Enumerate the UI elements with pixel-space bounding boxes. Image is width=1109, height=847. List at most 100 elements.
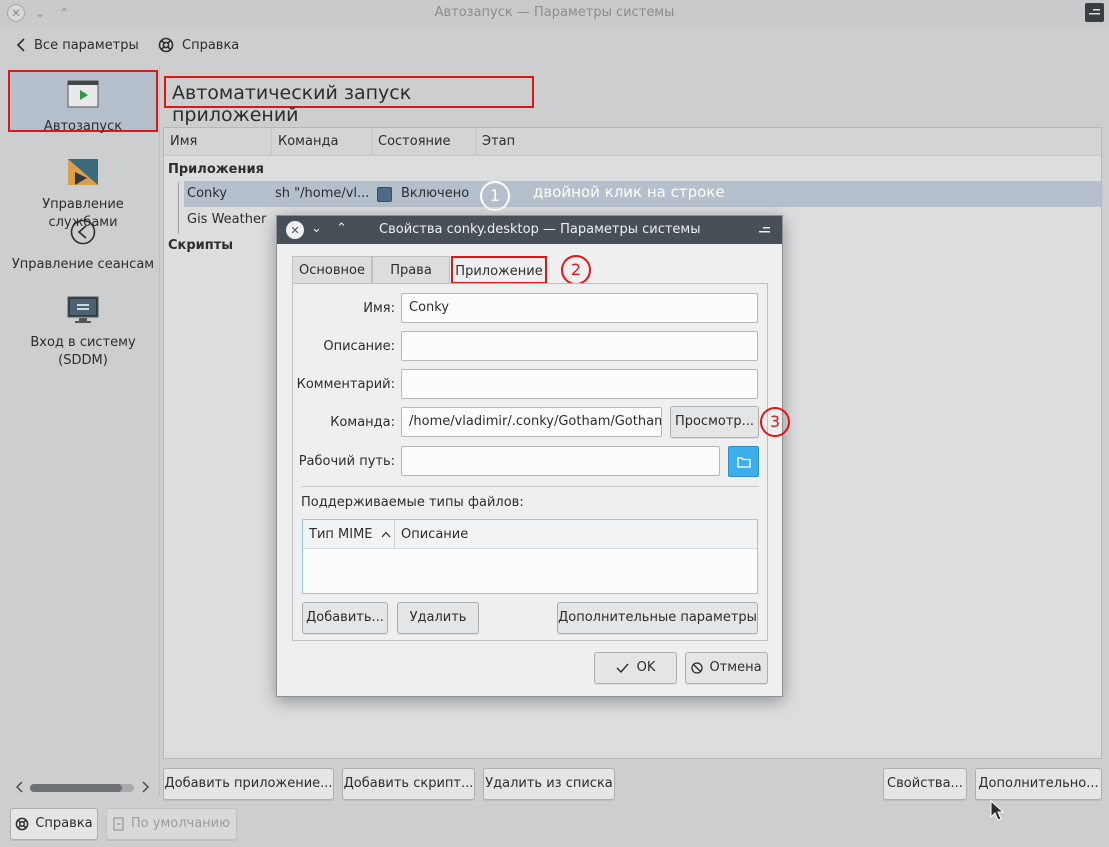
filetypes-label: Поддерживаемые типы файлов:	[301, 495, 524, 510]
comment-input[interactable]	[401, 369, 758, 399]
tab-application[interactable]: Приложение	[451, 256, 547, 284]
table-header: Имя Команда Состояние Этап	[164, 128, 1101, 156]
dialog-close-button[interactable]: ✕	[286, 221, 304, 239]
remove-mime-button[interactable]: Удалить	[397, 602, 479, 634]
dialog-minimize-button[interactable]: ⌄	[311, 221, 322, 236]
help-label: Справка	[182, 37, 240, 53]
mime-header: Тип MIME Описание	[303, 520, 757, 549]
group-scripts: Скрипты	[168, 238, 234, 253]
window-titlebar: ✕ ⌄ ⌃ Автозапуск — Параметры системы	[0, 0, 1109, 26]
sidebar-item-sessions[interactable]: Управление сеансам	[8, 218, 158, 274]
sidebar-item-sddm[interactable]: Вход в систему (SDDM)	[8, 278, 158, 388]
help-toolbar-button[interactable]: Справка	[158, 37, 239, 53]
sidebar-item-label: Управление сеансам	[11, 257, 155, 272]
choose-folder-button[interactable]	[728, 446, 759, 477]
tab-permissions[interactable]: Права	[372, 256, 450, 284]
mime-column-label: Тип MIME	[309, 527, 373, 542]
annotation-step-1: 1	[480, 181, 510, 211]
mime-types-list[interactable]: Тип MIME Описание	[302, 519, 758, 594]
footer-help-label: Справка	[35, 816, 93, 831]
label-comment: Комментарий:	[296, 377, 395, 392]
chevron-up-icon: ⌃	[336, 221, 347, 236]
ok-button[interactable]: OK	[594, 652, 677, 684]
ok-label: OK	[636, 660, 656, 675]
annotation-step-2: 2	[561, 255, 591, 285]
cancel-label: Отмена	[709, 660, 762, 675]
services-icon	[68, 159, 98, 185]
sessions-icon	[70, 219, 96, 245]
column-header-name[interactable]: Имя	[164, 128, 272, 156]
annotation-step-3: 3	[760, 407, 790, 437]
mouse-cursor-icon	[990, 800, 1005, 821]
row-name: Gis Weather	[187, 212, 267, 227]
browse-button[interactable]: Просмотр...	[670, 406, 759, 438]
remove-from-list-button[interactable]: Удалить из списка	[483, 768, 615, 800]
dialog-titlebar: ✕ ⌄ ⌃ Свойства conky.desktop — Параметры…	[277, 216, 782, 244]
column-header-stage[interactable]: Этап	[476, 128, 1101, 156]
sddm-icon	[67, 296, 99, 323]
sidebar-scrollbar-handle[interactable]	[30, 784, 122, 792]
row-command: sh "/home/vl...	[275, 186, 370, 201]
sidebar-scrollbar-track[interactable]	[30, 784, 134, 792]
help-lifebuoy-icon	[158, 37, 174, 53]
label-command: Команда:	[330, 415, 395, 430]
properties-button[interactable]: Свойства...	[883, 768, 967, 800]
sidebar-item-label: Автозапуск	[43, 119, 123, 134]
help-lifebuoy-icon	[16, 817, 29, 831]
chevron-left-icon	[16, 781, 23, 793]
defaults-button[interactable]: По умолчанию	[106, 808, 237, 840]
checkmark-icon	[616, 663, 629, 673]
tree-line	[178, 182, 179, 234]
advanced-options-button[interactable]: Дополнительные параметры	[557, 602, 758, 634]
menu-icon	[1089, 9, 1100, 15]
dialog-menu-button[interactable]	[757, 222, 773, 238]
dialog-maximize-button[interactable]: ⌃	[336, 221, 347, 236]
more-options-button[interactable]: Дополнительно...	[975, 768, 1102, 800]
tab-general[interactable]: Основное	[292, 256, 372, 284]
label-name: Имя:	[363, 301, 395, 316]
chevron-right-icon	[142, 781, 149, 793]
close-icon: ✕	[290, 223, 300, 237]
name-input[interactable]: Conky	[401, 293, 758, 323]
workdir-input[interactable]	[401, 446, 720, 476]
add-application-button[interactable]: Добавить приложение...	[163, 768, 334, 800]
defaults-label: По умолчанию	[130, 816, 231, 831]
window-title: Автозапуск — Параметры системы	[434, 5, 675, 20]
add-mime-button[interactable]: Добавить...	[302, 602, 388, 634]
description-input[interactable]	[401, 331, 758, 361]
back-all-settings-button[interactable]: Все параметры	[16, 37, 139, 53]
add-script-button[interactable]: Добавить скрипт...	[342, 768, 475, 800]
row-state: Включено	[401, 186, 470, 201]
cancel-button[interactable]: Отмена	[685, 652, 768, 684]
document-revert-icon	[113, 817, 124, 831]
page-title-box: Автоматический запуск приложений	[164, 76, 534, 126]
label-description: Описание:	[323, 339, 395, 354]
page-title: Автоматический запуск приложений	[172, 82, 412, 126]
sidebar-scroll-left[interactable]	[16, 781, 24, 797]
command-input[interactable]: /home/vladimir/.conky/Gotham/Gotham	[401, 407, 662, 437]
dialog-title: Свойства conky.desktop — Параметры систе…	[379, 222, 701, 237]
sort-ascending-icon	[381, 531, 391, 538]
row-enabled-checkbox[interactable]	[377, 187, 392, 202]
folder-icon	[736, 456, 751, 468]
group-applications: Приложения	[168, 162, 264, 177]
tab-page-application: Имя: Conky Описание: Комментарий: Команд…	[292, 283, 768, 641]
column-header-mime[interactable]: Тип MIME	[303, 520, 395, 549]
window-menu-button[interactable]	[1085, 3, 1104, 22]
menu-icon	[759, 227, 770, 233]
chevron-left-icon	[16, 38, 25, 52]
label-workdir: Рабочий путь:	[298, 454, 395, 469]
column-header-state[interactable]: Состояние	[372, 128, 476, 156]
autostart-icon	[67, 80, 99, 108]
back-label: Все параметры	[34, 37, 139, 53]
row-name: Conky	[187, 186, 228, 201]
column-header-command[interactable]: Команда	[272, 128, 372, 156]
cancel-icon	[691, 662, 704, 674]
sidebar-scroll-right[interactable]	[141, 781, 149, 797]
column-header-description[interactable]: Описание	[401, 520, 468, 549]
chevron-down-icon: ⌄	[311, 221, 322, 236]
sidebar-item-label: Вход в систему (SDDM)	[30, 335, 136, 368]
footer-help-button[interactable]: Справка	[10, 808, 98, 840]
sidebar-item-autostart[interactable]: Автозапуск	[8, 70, 158, 134]
annotation-step-1-text: двойной клик на строке	[533, 183, 725, 201]
